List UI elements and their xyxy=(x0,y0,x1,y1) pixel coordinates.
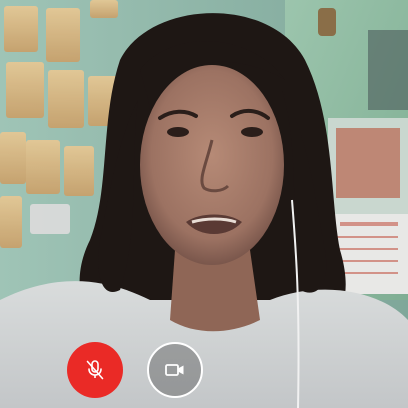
call-controls xyxy=(0,342,408,398)
mute-microphone-button[interactable] xyxy=(67,342,123,398)
toggle-camera-button[interactable] xyxy=(147,342,203,398)
mic-off-icon xyxy=(86,360,104,380)
video-call-screen xyxy=(0,0,408,408)
video-camera-icon xyxy=(165,364,184,376)
